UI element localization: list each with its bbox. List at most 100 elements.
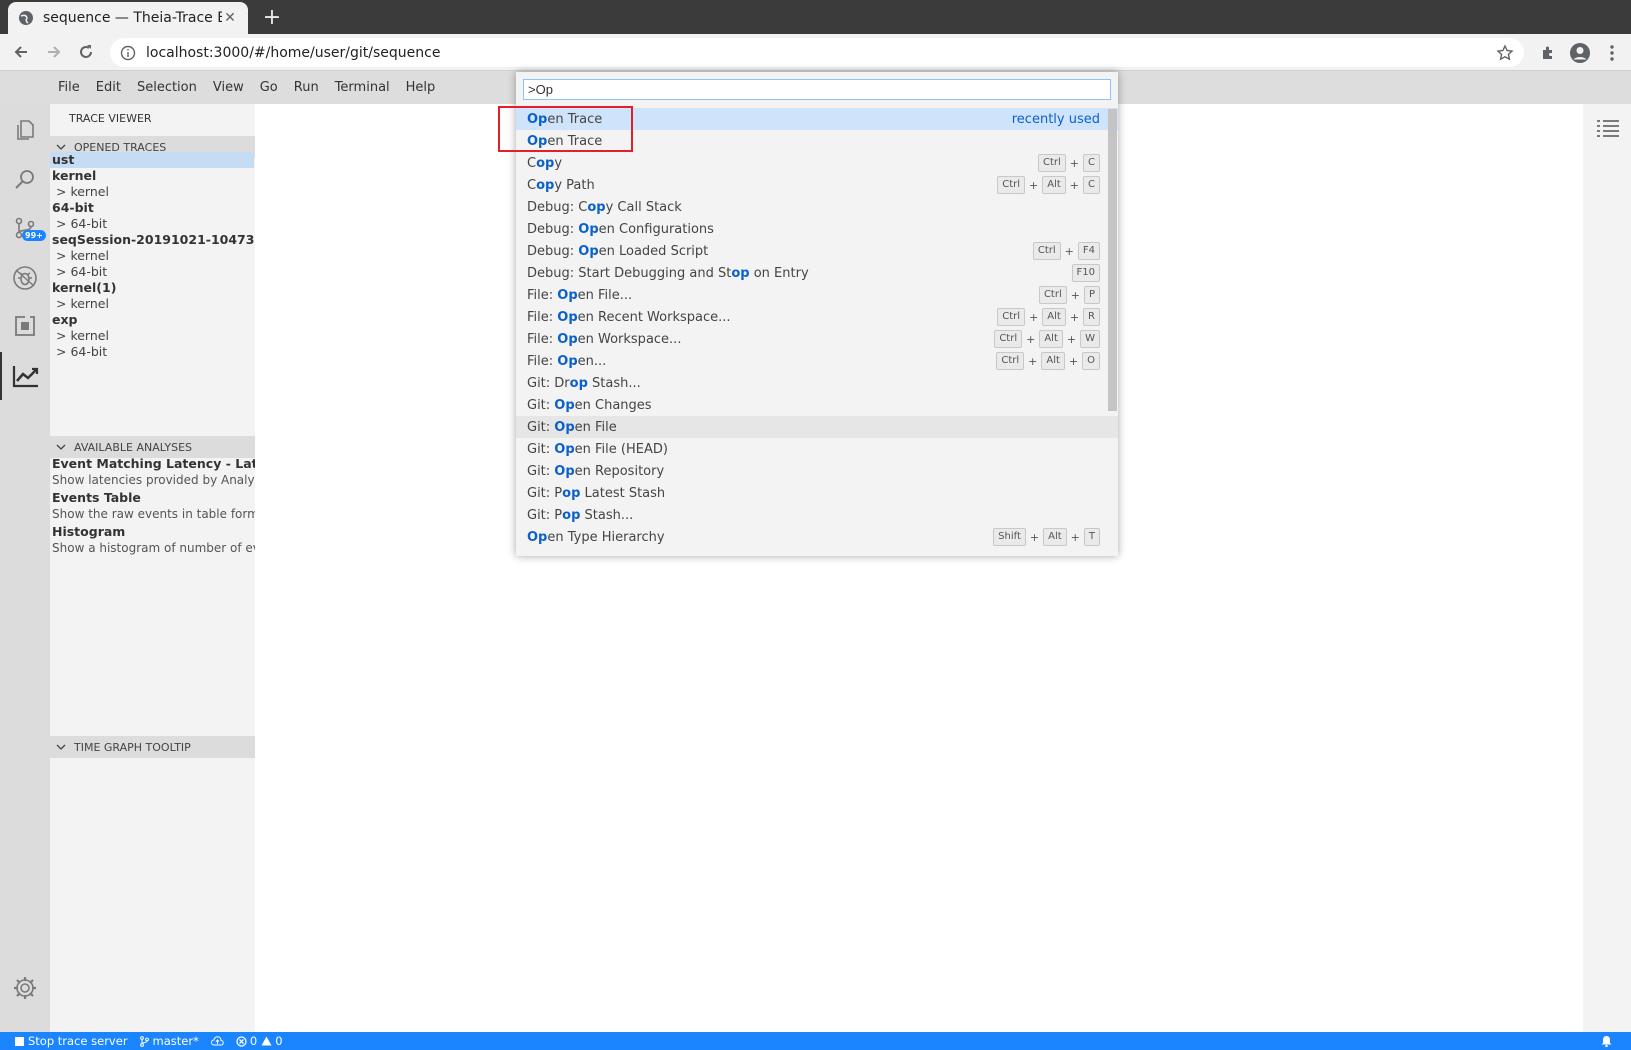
- menu-go[interactable]: Go: [252, 80, 286, 95]
- command-item[interactable]: File: Open... Ctrl + Alt + O: [516, 350, 1118, 372]
- browser-tabstrip: sequence — Theia-Trace E ✕ +: [0, 0, 1631, 34]
- key-cap: Alt: [1043, 528, 1067, 546]
- command-item[interactable]: Git: Open Repository: [516, 460, 1118, 482]
- match-highlight: op: [562, 485, 581, 501]
- command-item[interactable]: Debug: Open Configurations: [516, 218, 1118, 240]
- command-label: Git: Pop Stash...: [527, 508, 1100, 523]
- trace-sub-item[interactable]: > kernel: [50, 248, 255, 264]
- outline-list-icon[interactable]: [1596, 118, 1620, 142]
- trace-item[interactable]: seqSession-20191021-104738: [50, 232, 255, 248]
- command-label-text: File:: [527, 353, 558, 369]
- command-item[interactable]: Git: Open File (HEAD): [516, 438, 1118, 460]
- forward-arrow-icon[interactable]: [41, 39, 67, 65]
- menu-help[interactable]: Help: [398, 80, 444, 95]
- back-arrow-icon[interactable]: [8, 39, 34, 65]
- command-label-text: en File...: [577, 287, 633, 303]
- chevron-down-icon: [56, 442, 68, 452]
- status-bar: Stop trace server master* 0 0: [0, 1032, 1631, 1050]
- trace-item[interactable]: ust: [50, 152, 254, 168]
- menu-selection[interactable]: Selection: [129, 80, 205, 95]
- extensions-puzzle-icon[interactable]: [1536, 41, 1560, 65]
- command-item[interactable]: Copy Path Ctrl + Alt + C: [516, 174, 1118, 196]
- command-item[interactable]: Debug: Open Loaded Script Ctrl + F4: [516, 240, 1118, 262]
- command-item[interactable]: File: Open Workspace... Ctrl + Alt + W: [516, 328, 1118, 350]
- command-item[interactable]: Copy Ctrl + C: [516, 152, 1118, 174]
- debug-icon[interactable]: [0, 254, 50, 302]
- trace-viewer-icon[interactable]: [0, 352, 50, 400]
- browser-menu-icon[interactable]: [1600, 41, 1624, 65]
- command-item[interactable]: File: Open File... Ctrl + P: [516, 284, 1118, 306]
- command-label-text: en Changes: [574, 397, 652, 413]
- command-item[interactable]: Open Type Hierarchy Shift + Alt + T: [516, 526, 1118, 548]
- menu-run[interactable]: Run: [286, 80, 327, 95]
- trace-sub-item[interactable]: > 64-bit: [50, 344, 255, 360]
- menu-edit[interactable]: Edit: [88, 80, 129, 95]
- key-separator: +: [1070, 288, 1080, 302]
- analysis-item[interactable]: Event Matching Latency - Latenc Show lat…: [52, 456, 255, 490]
- explorer-icon[interactable]: [0, 106, 50, 154]
- trace-sub-item[interactable]: > 64-bit: [50, 264, 255, 280]
- command-label-text: Stash...: [587, 375, 641, 391]
- keybinding: Ctrl + C: [1038, 154, 1100, 172]
- command-list-scrollbar[interactable]: [1108, 109, 1117, 411]
- menu-terminal[interactable]: Terminal: [327, 80, 398, 95]
- analysis-item[interactable]: Histogram Show a histogram of number of …: [52, 524, 255, 558]
- command-label-text: y Path: [554, 177, 595, 193]
- sync-cloud-icon[interactable]: [210, 1036, 224, 1046]
- key-cap: Ctrl: [997, 176, 1026, 194]
- match-highlight: op: [587, 199, 606, 215]
- command-item[interactable]: Git: Pop Stash...: [516, 504, 1118, 526]
- new-tab-button[interactable]: +: [258, 4, 286, 32]
- extensions-icon[interactable]: [0, 302, 50, 350]
- command-label: Copy Path: [527, 178, 997, 193]
- stop-trace-server-item[interactable]: Stop trace server: [15, 1034, 128, 1048]
- problems-item[interactable]: 0 0: [236, 1034, 283, 1048]
- bookmark-star-icon[interactable]: [1496, 43, 1514, 62]
- trace-sub-item[interactable]: > kernel: [50, 184, 255, 200]
- browser-tab[interactable]: sequence — Theia-Trace E ✕: [8, 2, 248, 34]
- command-palette-input[interactable]: [523, 79, 1111, 100]
- analysis-item[interactable]: Events Table Show the raw events in tabl…: [52, 490, 255, 524]
- git-branch-item[interactable]: master*: [139, 1034, 199, 1048]
- close-tab-icon[interactable]: ✕: [222, 10, 238, 26]
- menu-file[interactable]: File: [50, 80, 88, 95]
- command-label-text: Git:: [527, 441, 555, 457]
- trace-sub-item[interactable]: > 64-bit: [50, 216, 255, 232]
- command-label: Git: Open File (HEAD): [527, 442, 1100, 457]
- trace-item[interactable]: kernel(1): [50, 280, 255, 296]
- command-label: File: Open File...: [527, 288, 1039, 303]
- trace-item[interactable]: exp: [50, 312, 255, 328]
- command-label-text: en Configurations: [598, 221, 714, 237]
- source-control-badge: 99+: [22, 230, 46, 241]
- trace-sub-item[interactable]: > kernel: [50, 296, 255, 312]
- key-cap: W: [1080, 330, 1100, 348]
- command-label: Debug: Open Configurations: [527, 222, 1100, 237]
- notifications-bell-icon[interactable]: [1601, 1035, 1612, 1050]
- analysis-description: Show the raw events in table form fo: [52, 507, 255, 521]
- menu-view[interactable]: View: [205, 80, 252, 95]
- warning-count: 0: [275, 1034, 283, 1048]
- trace-item[interactable]: kernel: [50, 168, 255, 184]
- profile-avatar-icon[interactable]: [1568, 41, 1592, 65]
- settings-gear-icon[interactable]: [0, 964, 50, 1012]
- command-item[interactable]: Git: Open File: [516, 416, 1118, 438]
- command-item[interactable]: Git: Open Changes: [516, 394, 1118, 416]
- url-text[interactable]: localhost:3000/#/home/user/git/sequence: [146, 45, 1496, 61]
- source-control-icon[interactable]: 99+: [0, 204, 50, 252]
- command-item[interactable]: Debug: Start Debugging and Stop on Entry…: [516, 262, 1118, 284]
- command-item[interactable]: File: Open Recent Workspace... Ctrl + Alt + R: [516, 306, 1118, 328]
- command-item[interactable]: Git: Pop Latest Stash: [516, 482, 1118, 504]
- command-label: Copy: [527, 156, 1038, 171]
- info-icon[interactable]: [120, 45, 136, 61]
- command-label-text: File:: [527, 309, 558, 325]
- command-list: Open Trace recently used Open Trace Copy Ctr…: [516, 108, 1118, 548]
- reload-icon[interactable]: [73, 39, 99, 65]
- command-item[interactable]: Git: Drop Stash...: [516, 372, 1118, 394]
- time-graph-tooltip-header[interactable]: TIME GRAPH TOOLTIP: [50, 736, 255, 758]
- available-analyses-header[interactable]: AVAILABLE ANALYSES: [50, 436, 255, 458]
- search-icon[interactable]: [0, 155, 50, 203]
- address-bar[interactable]: localhost:3000/#/home/user/git/sequence: [110, 38, 1524, 67]
- command-item[interactable]: Debug: Copy Call Stack: [516, 196, 1118, 218]
- trace-item[interactable]: 64-bit: [50, 200, 255, 216]
- trace-sub-item[interactable]: > kernel: [50, 328, 255, 344]
